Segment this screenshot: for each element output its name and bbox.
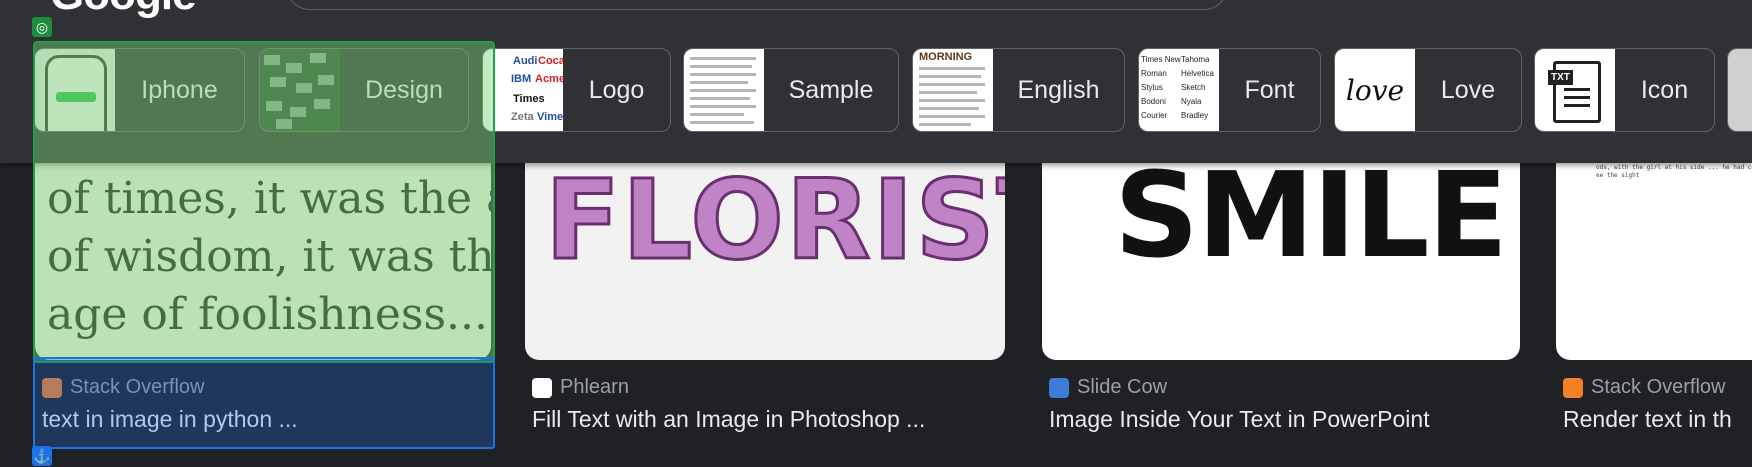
selection-highlight-image bbox=[33, 41, 495, 363]
result-title[interactable]: Render text in th bbox=[1563, 406, 1752, 433]
stack-overflow-icon bbox=[1563, 377, 1583, 398]
chip-label: Font bbox=[1244, 75, 1295, 104]
sample-thumbnail bbox=[684, 49, 764, 131]
font-sample: Nyala bbox=[1181, 97, 1202, 106]
result-title[interactable]: Fill Text with an Image in Photoshop ... bbox=[532, 406, 1012, 433]
font-sample: Tahoma bbox=[1181, 55, 1210, 64]
love-thumbnail: love bbox=[1335, 49, 1415, 131]
font-thumbnail: Times New Roman Stylus Bodoni Courier Ta… bbox=[1139, 49, 1219, 131]
chip-label: English bbox=[1017, 75, 1100, 104]
chip-logo[interactable]: Audi Coca IBM Acme Times Zeta Vimeo Logo bbox=[482, 48, 671, 132]
logo-thumbnail: Audi Coca IBM Acme Times Zeta Vimeo bbox=[483, 49, 563, 131]
font-sample: Roman bbox=[1141, 69, 1167, 78]
result-image[interactable]: SMILE bbox=[1042, 130, 1520, 360]
icon-thumbnail: TXT bbox=[1535, 49, 1615, 131]
chip-next-partial[interactable] bbox=[1727, 48, 1752, 132]
font-sample: Courier bbox=[1141, 111, 1168, 120]
chip-label: Logo bbox=[588, 75, 645, 104]
result-source[interactable]: Slide Cow bbox=[1049, 376, 1167, 399]
font-sample: Sketch bbox=[1181, 83, 1206, 92]
chip-label: Icon bbox=[1640, 75, 1689, 104]
source-name: Slide Cow bbox=[1077, 376, 1168, 398]
english-thumbnail-heading: MORNING bbox=[919, 51, 973, 63]
chip-label: Sample bbox=[788, 75, 874, 104]
font-sample: Bodoni bbox=[1141, 97, 1166, 106]
chip-font[interactable]: Times New Roman Stylus Bodoni Courier Ta… bbox=[1138, 48, 1321, 132]
chip-icon[interactable]: TXT Icon bbox=[1534, 48, 1715, 132]
source-name: Phlearn bbox=[560, 376, 629, 398]
result-source[interactable]: Stack Overflow bbox=[1563, 376, 1725, 399]
speech-bubble-thumbnail bbox=[1728, 49, 1752, 131]
font-sample: Bradley bbox=[1181, 111, 1209, 120]
result-title[interactable]: Image Inside Your Text in PowerPoint bbox=[1049, 406, 1519, 433]
result-source[interactable]: Phlearn bbox=[532, 376, 629, 399]
txt-file-icon: TXT bbox=[1548, 70, 1573, 85]
font-sample: Stylus bbox=[1141, 83, 1163, 92]
slide-cow-icon bbox=[1049, 377, 1069, 398]
font-sample: Times New bbox=[1141, 55, 1181, 64]
selection-highlight-caption bbox=[33, 357, 495, 449]
anchor-icon: ⚓ bbox=[32, 446, 52, 466]
chip-love[interactable]: love Love bbox=[1334, 48, 1522, 132]
chip-sample[interactable]: Sample bbox=[683, 48, 899, 132]
english-thumbnail: MORNING bbox=[913, 49, 993, 131]
love-word: love bbox=[1345, 73, 1405, 107]
result-image[interactable]: FLORIST bbox=[525, 130, 1005, 360]
target-icon: ◎ bbox=[32, 17, 52, 37]
florist-text: FLORIST bbox=[544, 155, 1005, 286]
chip-english[interactable]: MORNING English bbox=[912, 48, 1125, 132]
chip-label: Love bbox=[1440, 75, 1496, 104]
font-sample: Helvetica bbox=[1181, 69, 1214, 78]
result-image[interactable]: , a sort of crying noise that was a trif… bbox=[1556, 130, 1752, 360]
source-name: Stack Overflow bbox=[1591, 376, 1726, 398]
phlearn-icon bbox=[532, 377, 552, 398]
smile-text: SMILE bbox=[1114, 146, 1508, 284]
